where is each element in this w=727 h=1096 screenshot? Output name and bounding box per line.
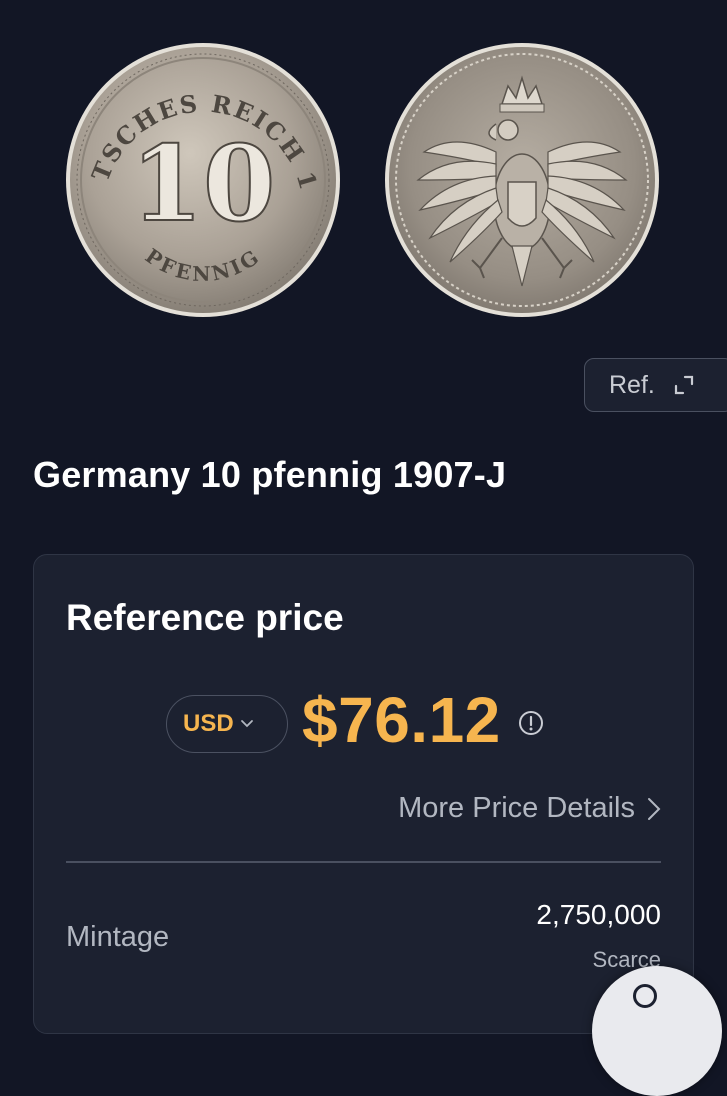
- coin-reverse-image[interactable]: [384, 42, 660, 318]
- coin-images: DEUTSCHES REICH 1907 10 PFENNIG: [0, 0, 727, 340]
- reference-image-button[interactable]: Ref.: [584, 358, 727, 412]
- divider: [66, 861, 661, 863]
- info-icon[interactable]: [518, 710, 544, 736]
- fab-icon: [633, 984, 657, 1008]
- reference-price-heading: Reference price: [66, 597, 344, 638]
- coin-title: Germany 10 pfennig 1907-J: [33, 454, 507, 495]
- obverse-denomination: 10: [131, 122, 276, 245]
- mintage-label: Mintage: [66, 921, 170, 953]
- more-price-details-link[interactable]: More Price Details: [398, 792, 661, 825]
- reference-price-card: Reference price USD $76.12 More Price De…: [33, 554, 694, 1034]
- currency-selector[interactable]: USD: [166, 695, 288, 753]
- chevron-down-icon: [240, 720, 253, 728]
- ref-button-label: Ref.: [609, 370, 655, 399]
- currency-label: USD: [183, 710, 234, 737]
- eagle-icon: [385, 43, 659, 317]
- coin-obverse-image[interactable]: DEUTSCHES REICH 1907 10 PFENNIG: [65, 42, 341, 318]
- expand-icon: [674, 375, 693, 395]
- chevron-right-icon: [648, 797, 661, 820]
- mintage-value: 2,750,000: [536, 899, 661, 930]
- floating-action-button[interactable]: [592, 966, 722, 1096]
- price-value: $76.12: [302, 684, 501, 756]
- more-price-details-label: More Price Details: [398, 792, 635, 824]
- coin-obverse-graphic: DEUTSCHES REICH 1907 10 PFENNIG: [65, 42, 340, 317]
